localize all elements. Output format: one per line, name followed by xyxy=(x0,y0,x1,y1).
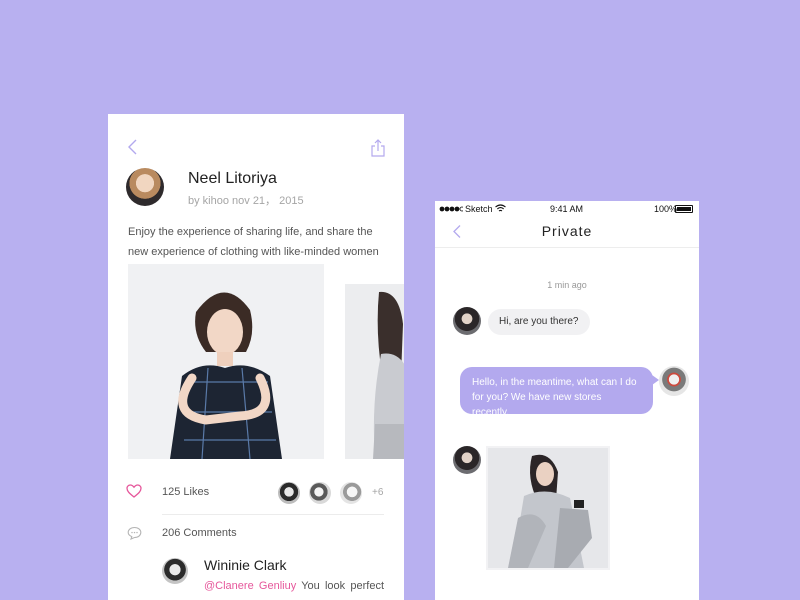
battery-level: 100% xyxy=(654,204,678,214)
contact-avatar[interactable] xyxy=(453,307,481,335)
post-meta: by kihoo nov 21， 2015 xyxy=(188,195,304,207)
chat-title: Private xyxy=(541,223,593,239)
liker-avatar[interactable] xyxy=(307,480,333,506)
outgoing-message[interactable]: Hello, in the meantime, what can I do fo… xyxy=(460,367,659,418)
divider xyxy=(435,247,699,248)
comment-text: @Clanere Genliuy You look perfect in xyxy=(204,576,384,600)
comment-icon[interactable] xyxy=(127,526,142,540)
more-likers-count[interactable]: +6 xyxy=(372,487,383,498)
private-chat-card: Sketch 9:41 AM 100% Private 1 min ago Hi… xyxy=(435,201,699,600)
mention-link[interactable]: @Clanere Genliuy xyxy=(204,580,296,592)
wifi-icon xyxy=(495,204,506,212)
author-avatar[interactable] xyxy=(126,168,164,206)
comments-count[interactable]: 206 Comments xyxy=(162,527,237,539)
post-photo[interactable] xyxy=(345,284,404,459)
message-timestamp: 1 min ago xyxy=(547,280,587,290)
divider xyxy=(162,514,384,515)
post-detail-card: Neel Litoriya by kihoo nov 21， 2015 Enjo… xyxy=(108,114,404,600)
carrier-label: Sketch xyxy=(465,204,493,214)
signal-icon xyxy=(439,206,463,212)
likes-count[interactable]: 125 Likes xyxy=(162,486,209,498)
post-photo[interactable] xyxy=(128,264,324,459)
chevron-left-icon[interactable] xyxy=(126,138,140,156)
user-avatar[interactable] xyxy=(659,366,689,396)
liker-avatar[interactable] xyxy=(338,480,364,506)
commenter-name[interactable]: Wininie Clark xyxy=(204,557,286,573)
incoming-message[interactable]: Hi, are you there? xyxy=(488,309,590,335)
commenter-avatar[interactable] xyxy=(162,558,188,584)
author-name[interactable]: Neel Litoriya xyxy=(188,170,277,188)
status-time: 9:41 AM xyxy=(550,204,584,214)
status-bar: Sketch 9:41 AM 100% xyxy=(435,201,699,217)
share-icon[interactable] xyxy=(370,138,386,158)
battery-icon xyxy=(675,205,693,213)
contact-avatar[interactable] xyxy=(453,446,481,474)
post-text: Enjoy the experience of sharing life, an… xyxy=(128,226,379,258)
heart-icon[interactable] xyxy=(126,484,142,498)
liker-avatar[interactable] xyxy=(276,480,302,506)
image-message[interactable] xyxy=(486,446,610,570)
